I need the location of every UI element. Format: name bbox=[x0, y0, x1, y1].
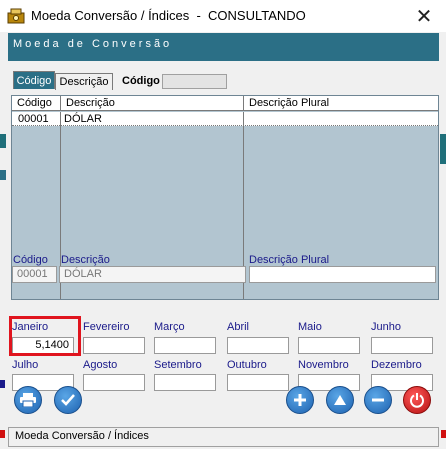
print-button[interactable] bbox=[14, 386, 42, 414]
column-header-descricao[interactable]: Descrição bbox=[61, 96, 244, 111]
month-value-field[interactable] bbox=[154, 374, 216, 391]
cell-descricao: DÓLAR bbox=[64, 113, 102, 125]
month-value-field[interactable] bbox=[371, 337, 433, 354]
month-label: Fevereiro bbox=[83, 321, 130, 333]
remove-button[interactable] bbox=[364, 386, 392, 414]
form-header-label: Moeda de Conversão bbox=[13, 38, 173, 50]
plural-field[interactable] bbox=[249, 266, 436, 283]
app-icon bbox=[7, 8, 25, 24]
background-window-edge bbox=[0, 134, 6, 148]
codigo-label: Código bbox=[13, 254, 48, 266]
confirm-button[interactable] bbox=[54, 386, 82, 414]
tab-codigo[interactable]: Código bbox=[13, 71, 55, 89]
add-button[interactable] bbox=[286, 386, 314, 414]
grid-header: Código Descrição Descrição Plural bbox=[12, 96, 438, 111]
selected-field-highlight bbox=[9, 316, 81, 356]
table-row[interactable]: 00001 DÓLAR bbox=[12, 112, 438, 126]
status-text: Moeda Conversão / Índices bbox=[15, 430, 149, 442]
month-label: Outubro bbox=[227, 359, 267, 371]
printer-icon bbox=[20, 393, 36, 407]
month-value-field[interactable] bbox=[83, 374, 145, 391]
month-label: Junho bbox=[371, 321, 401, 333]
close-icon[interactable]: ✕ bbox=[402, 0, 446, 32]
background-window-edge bbox=[440, 134, 446, 164]
month-label: Março bbox=[154, 321, 185, 333]
window-title: Moeda Conversão / Índices - CONSULTANDO bbox=[31, 8, 306, 23]
month-value-field[interactable] bbox=[298, 337, 360, 354]
month-label: Setembro bbox=[154, 359, 202, 371]
month-label: Abril bbox=[227, 321, 250, 333]
codigo-field[interactable]: 00001 bbox=[12, 266, 57, 283]
checkmark-icon bbox=[61, 394, 75, 406]
sort-label: Código bbox=[122, 75, 160, 87]
cell-codigo: 00001 bbox=[18, 113, 49, 125]
triangle-up-icon bbox=[334, 395, 346, 405]
month-value-field[interactable] bbox=[83, 337, 145, 354]
exit-button[interactable] bbox=[403, 386, 431, 414]
column-header-plural[interactable]: Descrição Plural bbox=[244, 96, 438, 111]
month-label: Maio bbox=[298, 321, 322, 333]
column-header-codigo[interactable]: Código bbox=[12, 96, 61, 111]
background-window-edge bbox=[0, 170, 6, 180]
month-value-field[interactable] bbox=[154, 337, 216, 354]
cell-plural bbox=[248, 112, 428, 126]
previous-button[interactable] bbox=[326, 386, 354, 414]
plural-label: Descrição Plural bbox=[249, 254, 330, 266]
month-value-field[interactable] bbox=[227, 337, 289, 354]
power-icon bbox=[410, 393, 424, 408]
sort-input[interactable] bbox=[162, 74, 227, 89]
plus-icon bbox=[294, 394, 306, 406]
month-label: Julho bbox=[12, 359, 39, 371]
background-window-edge bbox=[0, 430, 5, 438]
background-window-edge bbox=[441, 430, 446, 438]
month-value-field[interactable] bbox=[227, 374, 289, 391]
background-window-edge bbox=[0, 380, 5, 388]
descricao-label: Descrição bbox=[61, 254, 110, 266]
descricao-field[interactable]: DÓLAR bbox=[59, 266, 246, 283]
minus-icon bbox=[372, 398, 384, 402]
tab-descricao[interactable]: Descrição bbox=[55, 73, 113, 90]
month-label: Dezembro bbox=[371, 359, 422, 371]
month-label: Novembro bbox=[298, 359, 349, 371]
month-label: Agosto bbox=[83, 359, 118, 371]
